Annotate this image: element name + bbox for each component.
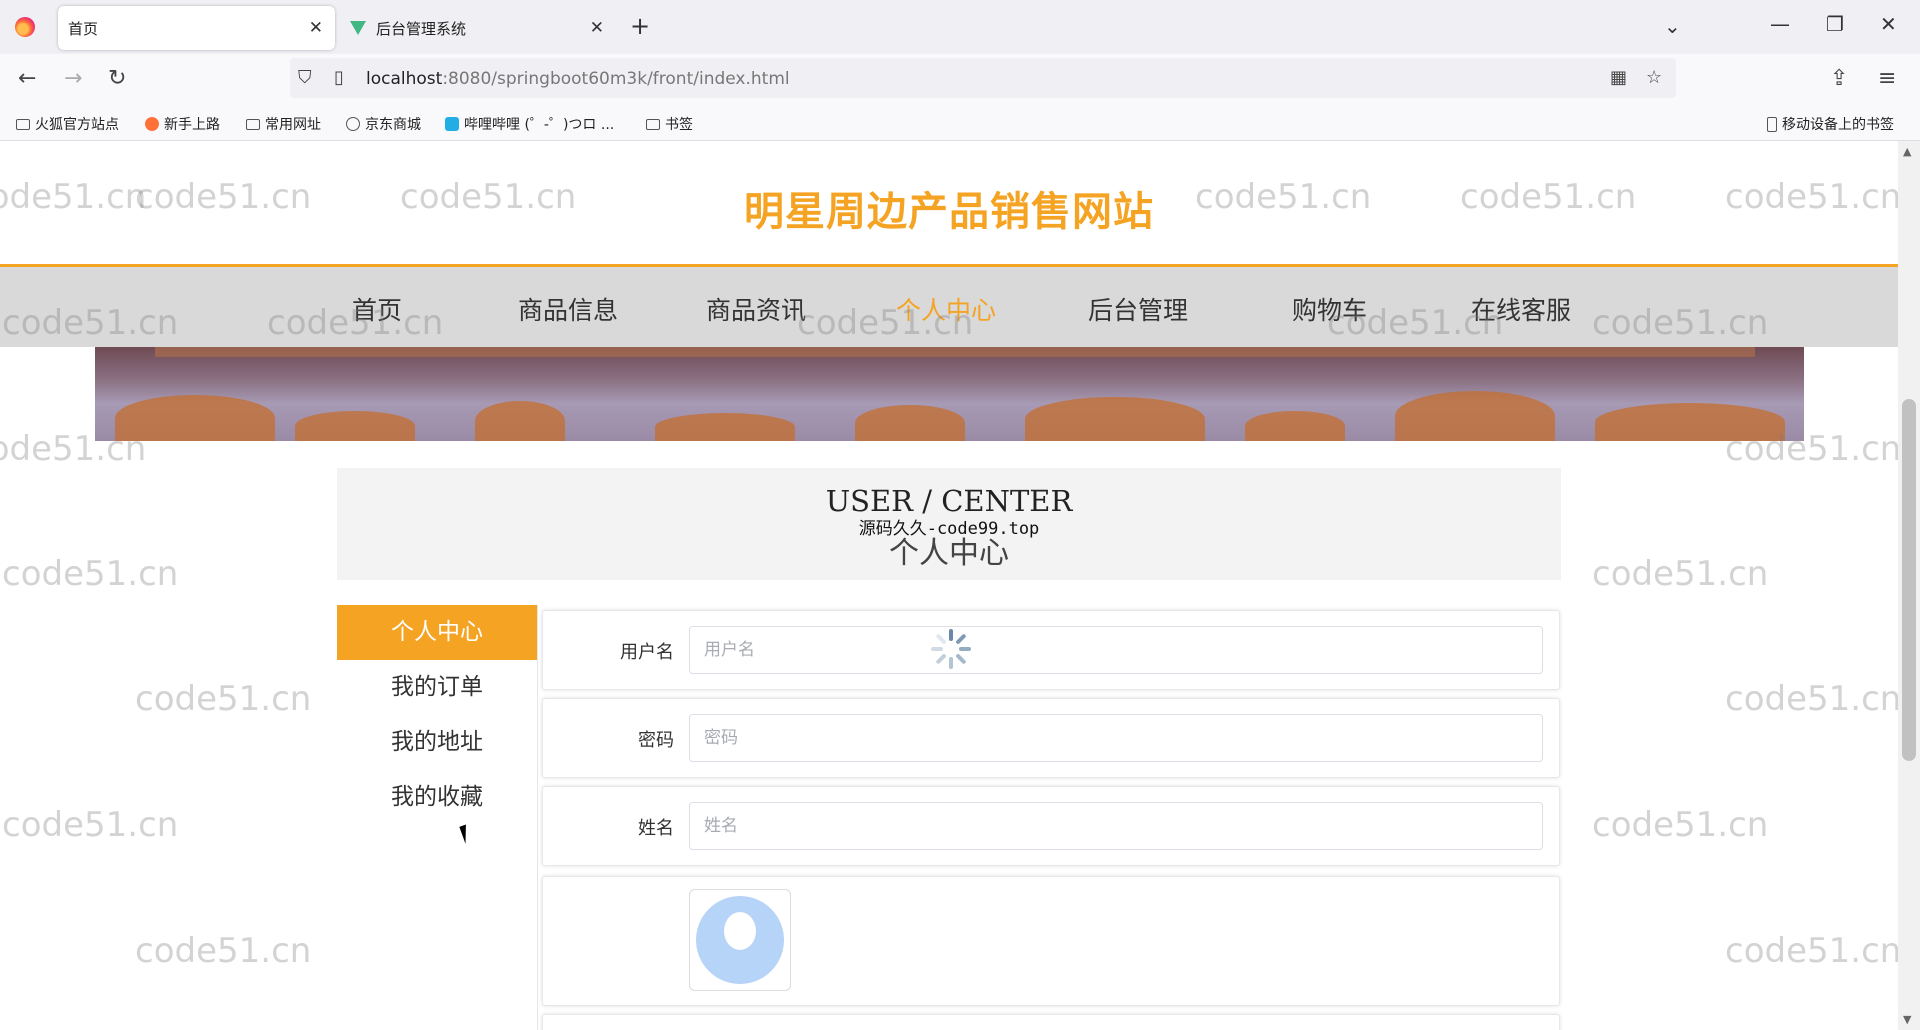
minimize-icon[interactable]: — [1770, 12, 1790, 36]
bookmark-firefox-site[interactable]: 火狐官方站点 [16, 114, 119, 134]
avatar-row [542, 876, 1560, 1006]
heading-en: USER / CENTER [825, 484, 1073, 518]
mobile-icon [1767, 116, 1777, 132]
watermark-text: code51.cn [1725, 679, 1898, 719]
close-icon[interactable]: ✕ [309, 18, 323, 38]
bilibili-icon [445, 117, 459, 131]
close-icon[interactable]: ✕ [590, 18, 604, 38]
browser-tab-bar: 首页 ✕ 后台管理系统 ✕ + ⌄ — ❐ ✕ [0, 0, 1920, 54]
scroll-down-icon[interactable]: ▼ [1903, 1013, 1911, 1026]
menu-products[interactable]: 商品信息 [518, 291, 618, 327]
firefox-icon [145, 117, 159, 131]
folder-icon [16, 118, 30, 130]
firefox-icon [15, 17, 35, 37]
tab-label: 后台管理系统 [376, 19, 467, 38]
overlay-text: 源码久久-code99.top [858, 519, 1040, 539]
watermark-text: code51.cn [2, 554, 179, 594]
avatar-upload[interactable] [689, 889, 791, 991]
menu-admin[interactable]: 后台管理 [1088, 291, 1188, 327]
site-title: 明星周边产品销售网站 [744, 189, 1154, 235]
scrollbar-thumb[interactable] [1902, 399, 1916, 761]
scroll-up-icon[interactable]: ▲ [1903, 145, 1911, 158]
folder-icon [246, 118, 260, 130]
restore-icon[interactable]: ❐ [1826, 12, 1844, 36]
password-label: 密码 [638, 730, 674, 751]
bookmark-common-sites[interactable]: 常用网址 [246, 114, 321, 134]
globe-icon [346, 117, 360, 131]
menu-user-center[interactable]: 个人中心 [896, 291, 996, 327]
password-row: 密码 [542, 698, 1560, 778]
banner-image [95, 347, 1804, 441]
user-side-menu: 个人中心 我的订单 我的地址 我的收藏 [337, 605, 538, 1030]
menu-home[interactable]: 首页 [352, 291, 402, 327]
watermark-text: code51.cn [135, 931, 312, 971]
bookmark-jd[interactable]: 京东商城 [346, 114, 421, 134]
vue-icon [350, 21, 366, 35]
page-viewport: 明星周边产品销售网站 首页 商品信息 商品资讯 个人中心 后台管理 购物车 在线… [0, 141, 1898, 1030]
back-icon[interactable]: ← [18, 66, 36, 91]
name-label: 姓名 [638, 818, 674, 839]
watermark-text: code51.cn [1592, 554, 1769, 594]
main-menu: 首页 商品信息 商品资讯 个人中心 后台管理 购物车 在线客服 [0, 267, 1898, 347]
extensions-icon[interactable]: ⇪ [1830, 66, 1848, 91]
name-input[interactable] [689, 802, 1543, 850]
qr-code-icon[interactable]: ▦ [1610, 67, 1627, 88]
window-close-icon[interactable]: ✕ [1880, 12, 1897, 36]
reload-icon[interactable]: ↻ [108, 66, 126, 91]
username-label: 用户名 [620, 642, 674, 663]
tab-list-icon[interactable]: ⌄ [1664, 14, 1681, 38]
page-icon: ▯ [334, 67, 344, 88]
side-item-user-center[interactable]: 个人中心 [337, 605, 537, 660]
bookmark-folder-bookmarks[interactable]: 书签 [646, 114, 693, 134]
watermark-text: code51.cn [1592, 805, 1769, 845]
watermark-text: code51.cn [135, 679, 312, 719]
username-input[interactable] [689, 626, 1543, 674]
url-text[interactable]: localhost:8080/springboot60m3k/front/ind… [366, 69, 790, 89]
loading-spinner-icon [931, 629, 971, 669]
watermark-text: code51.cn [1725, 931, 1898, 971]
address-bar[interactable]: ⛉ ▯ localhost:8080/springboot60m3k/front… [290, 58, 1676, 98]
forward-icon[interactable]: → [64, 66, 82, 91]
bookmarks-bar: 火狐官方站点 新手上路 常用网址 京东商城 哔哩哔哩 (゜-゜)つロ ... 书… [0, 106, 1920, 141]
new-tab-icon[interactable]: + [630, 12, 650, 40]
side-item-favorites[interactable]: 我的收藏 [337, 770, 537, 825]
page-scrollbar[interactable]: ▲ ▼ [1898, 141, 1920, 1030]
menu-cart[interactable]: 购物车 [1292, 291, 1367, 327]
menu-news[interactable]: 商品资讯 [706, 291, 806, 327]
menu-online-service[interactable]: 在线客服 [1471, 291, 1571, 327]
bookmark-mobile[interactable]: 移动设备上的书签 [1767, 114, 1894, 134]
user-center-header: USER / CENTER 个人中心 源码久久-code99.top [337, 468, 1561, 580]
folder-icon [646, 118, 660, 130]
watermark-text: code51.cn [2, 805, 179, 845]
bookmark-getting-started[interactable]: 新手上路 [145, 114, 220, 134]
tab-home[interactable]: 首页 ✕ [58, 6, 335, 50]
side-item-orders[interactable]: 我的订单 [337, 660, 537, 715]
tab-admin[interactable]: 后台管理系统 ✕ [340, 6, 616, 50]
shield-icon[interactable]: ⛉ [298, 67, 312, 88]
bookmark-bilibili[interactable]: 哔哩哔哩 (゜-゜)つロ ... [445, 114, 614, 134]
next-row [542, 1014, 1560, 1030]
username-row: 用户名 [542, 610, 1560, 690]
name-row: 姓名 [542, 786, 1560, 866]
menu-icon[interactable]: ≡ [1878, 66, 1896, 91]
tab-label: 首页 [68, 19, 99, 38]
bookmark-star-icon[interactable]: ☆ [1646, 67, 1662, 88]
password-input[interactable] [689, 714, 1543, 762]
side-item-addresses[interactable]: 我的地址 [337, 715, 537, 770]
